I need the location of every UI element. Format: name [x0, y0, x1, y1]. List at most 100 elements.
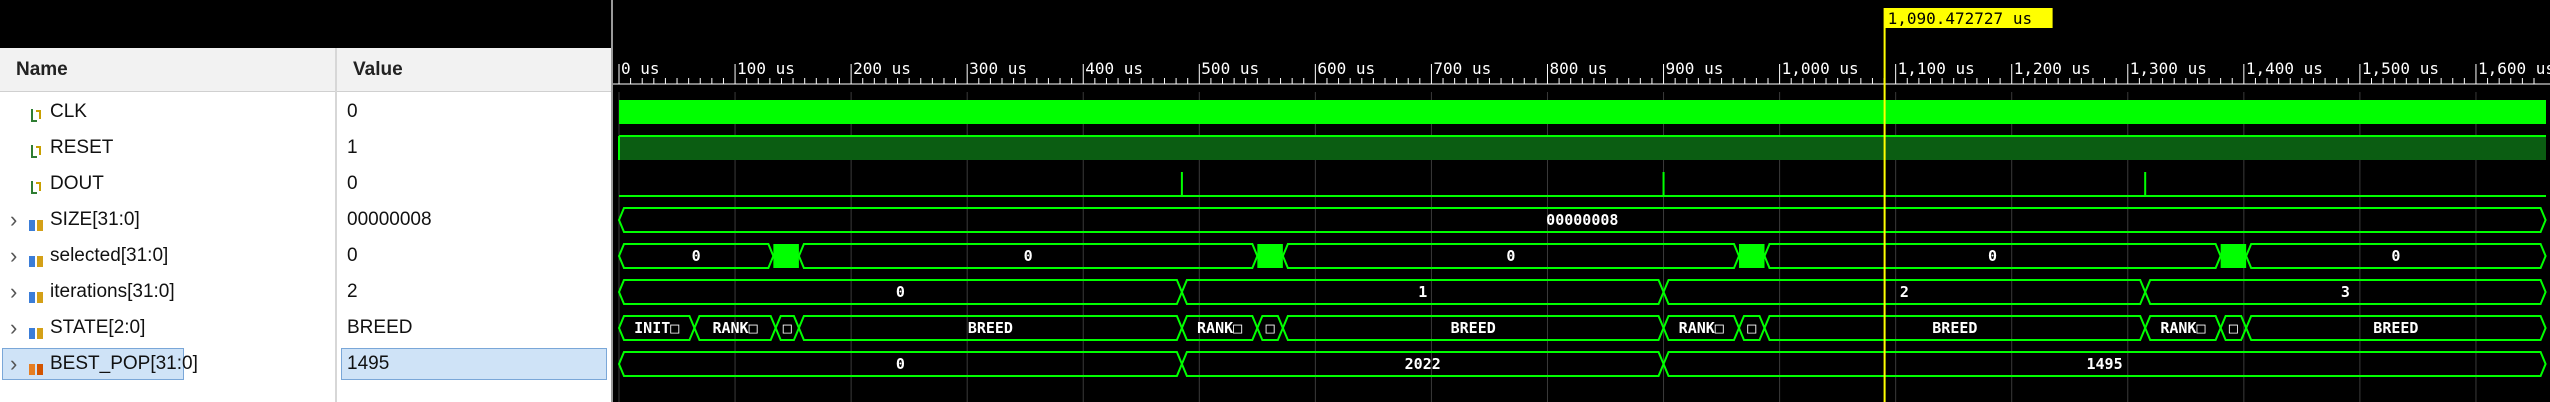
expand-chevron-icon[interactable]: › — [10, 202, 17, 238]
time-ruler: 0 us 100 us 200 us 300 us 400 us 500 us 600 us… — [613, 59, 2550, 85]
bus-signal-icon — [28, 355, 46, 375]
bus-segment-label: RANK□ — [712, 319, 757, 337]
signal-row-selected-31-0[interactable]: › selected[31:0] — [0, 238, 337, 274]
ruler-tick-label: 100 us — [737, 59, 795, 78]
signal-row-reset[interactable]: RESET — [0, 130, 337, 166]
waveform-selected-31-0: 0 0 0 0 0 — [617, 243, 2547, 269]
signal-value: 2 — [347, 281, 358, 302]
signal-row-iterations-31-0[interactable]: › iterations[31:0] — [0, 274, 337, 310]
bus-segment-label: 1495 — [2087, 355, 2123, 373]
signal-name: iterations[31:0] — [50, 281, 175, 302]
name-column-header[interactable]: Name — [0, 48, 337, 92]
signal-name: STATE[2:0] — [50, 317, 146, 338]
expand-chevron-icon[interactable]: › — [10, 238, 17, 274]
bit-signal-icon — [30, 102, 42, 122]
bus-segment-label: 2022 — [1405, 355, 1441, 373]
bus-segment-label: □ — [1747, 319, 1756, 337]
waveform-clk — [619, 100, 2546, 124]
bit-signal-icon — [30, 174, 42, 194]
waveform-svg: 0 us 100 us 200 us 300 us 400 us 500 us 600 us… — [613, 0, 2550, 402]
bus-segment-label: 0 — [692, 247, 701, 265]
waveform-best-pop-31-0: 0 2022 1495 — [617, 351, 2547, 377]
bus-signal-icon — [28, 319, 46, 339]
signal-value: 0 — [347, 101, 358, 122]
bus-segment-label: 0 — [896, 355, 905, 373]
signal-value: 1495 — [347, 353, 390, 374]
value-column-header[interactable]: Value — [337, 48, 611, 92]
clock-dense-fill — [619, 100, 2546, 124]
bus-segment-label: □ — [1266, 319, 1275, 337]
bus-segment-label: 3 — [2341, 283, 2350, 301]
bus-signal-icon — [28, 247, 46, 267]
expand-chevron-icon[interactable]: › — [10, 310, 17, 346]
ruler-tick-label: 400 us — [1085, 59, 1143, 78]
bus-signal-icon — [28, 283, 46, 303]
bit-signal-icon — [30, 138, 42, 158]
ruler-tick-label: 200 us — [853, 59, 911, 78]
expand-chevron-icon[interactable]: › — [10, 274, 17, 310]
bus-segment-label: 0 — [896, 283, 905, 301]
ruler-tick-label: 0 us — [621, 59, 660, 78]
ruler-tick-label: 1,500 us — [2362, 59, 2439, 78]
ruler-tick-label: 600 us — [1317, 59, 1375, 78]
signal-row-state-2-0[interactable]: › STATE[2:0] — [0, 310, 337, 346]
bus-dense-transitions — [1738, 244, 1765, 268]
bus-segment-label: 0 — [2391, 247, 2400, 265]
bus-segment-label: 2 — [1900, 283, 1909, 301]
signal-name: selected[31:0] — [50, 245, 169, 266]
bus-segment-label: INIT□ — [634, 319, 679, 337]
ruler-tick-label: 1,600 us — [2478, 59, 2550, 78]
bus-segment-label: RANK□ — [1197, 319, 1242, 337]
bus-segment-label: BREED — [1932, 319, 1977, 337]
signal-name: RESET — [50, 137, 114, 158]
signal-row-best-pop-31-0[interactable]: › BEST_POP[31:0] — [0, 346, 337, 382]
bus-segment-label: BREED — [1451, 319, 1496, 337]
bus-segment-label: RANK□ — [1679, 319, 1724, 337]
bus-segment-label: 0 — [1024, 247, 1033, 265]
waveform-iterations-31-0: 0 1 2 3 — [617, 279, 2547, 305]
bus-segment-label: 0 — [1506, 247, 1515, 265]
bus-dense-transitions — [1257, 244, 1283, 268]
ruler-tick-label: 800 us — [1549, 59, 1607, 78]
signal-value: 00000008 — [347, 209, 432, 230]
bus-segment-label: 0 — [1988, 247, 1997, 265]
ruler-tick-label: 900 us — [1666, 59, 1724, 78]
bus-segment-label: BREED — [968, 319, 1013, 337]
signal-value: 0 — [347, 245, 358, 266]
signal-row-clk[interactable]: CLK — [0, 94, 337, 130]
ruler-tick-label: 700 us — [1433, 59, 1491, 78]
bus-segment-label: □ — [783, 319, 792, 337]
waveform-top-band — [613, 0, 2550, 8]
waveform-canvas[interactable]: 0 us 100 us 200 us 300 us 400 us 500 us 600 us… — [613, 0, 2550, 402]
bus-segment-label: □ — [2229, 319, 2238, 337]
signal-name: SIZE[31:0] — [50, 209, 140, 230]
bus-segment-label: BREED — [2373, 319, 2418, 337]
signal-name-pane: Name CLK RESET DOUT › SIZE[31:0] › selected[31… — [0, 0, 337, 402]
bus-dense-transitions — [2220, 244, 2247, 268]
ruler-tick-label: 1,000 us — [1782, 59, 1859, 78]
bus-dense-transitions — [773, 244, 799, 268]
high-level-fill — [619, 136, 2546, 160]
signal-row-dout[interactable]: DOUT — [0, 166, 337, 202]
ruler-tick-label: 500 us — [1201, 59, 1259, 78]
ruler-tick-label: 300 us — [969, 59, 1027, 78]
signal-row-size-31-0[interactable]: › SIZE[31:0] — [0, 202, 337, 238]
waveform-reset — [618, 135, 2546, 160]
value-column-label: Value — [353, 59, 403, 80]
signal-name: CLK — [50, 101, 87, 122]
name-pane-toolbar — [0, 0, 337, 48]
waveform-size-31-0: 00000008 — [617, 207, 2547, 233]
bus-segment-label: 00000008 — [1546, 211, 1618, 229]
signal-name: DOUT — [50, 173, 104, 194]
signal-value: BREED — [347, 317, 413, 338]
ruler-tick-label: 1,100 us — [1898, 59, 1975, 78]
ruler-tick-label: 1,200 us — [2014, 59, 2091, 78]
bus-signal-icon — [28, 211, 46, 231]
waveform-dout — [619, 172, 2546, 197]
bus-segment-label: 1 — [1418, 283, 1427, 301]
value-pane-toolbar — [337, 0, 611, 48]
signal-name: BEST_POP[31:0] — [50, 353, 198, 374]
ruler-tick-label: 1,300 us — [2130, 59, 2207, 78]
expand-chevron-icon[interactable]: › — [10, 346, 17, 382]
signal-value: 1 — [347, 137, 358, 158]
